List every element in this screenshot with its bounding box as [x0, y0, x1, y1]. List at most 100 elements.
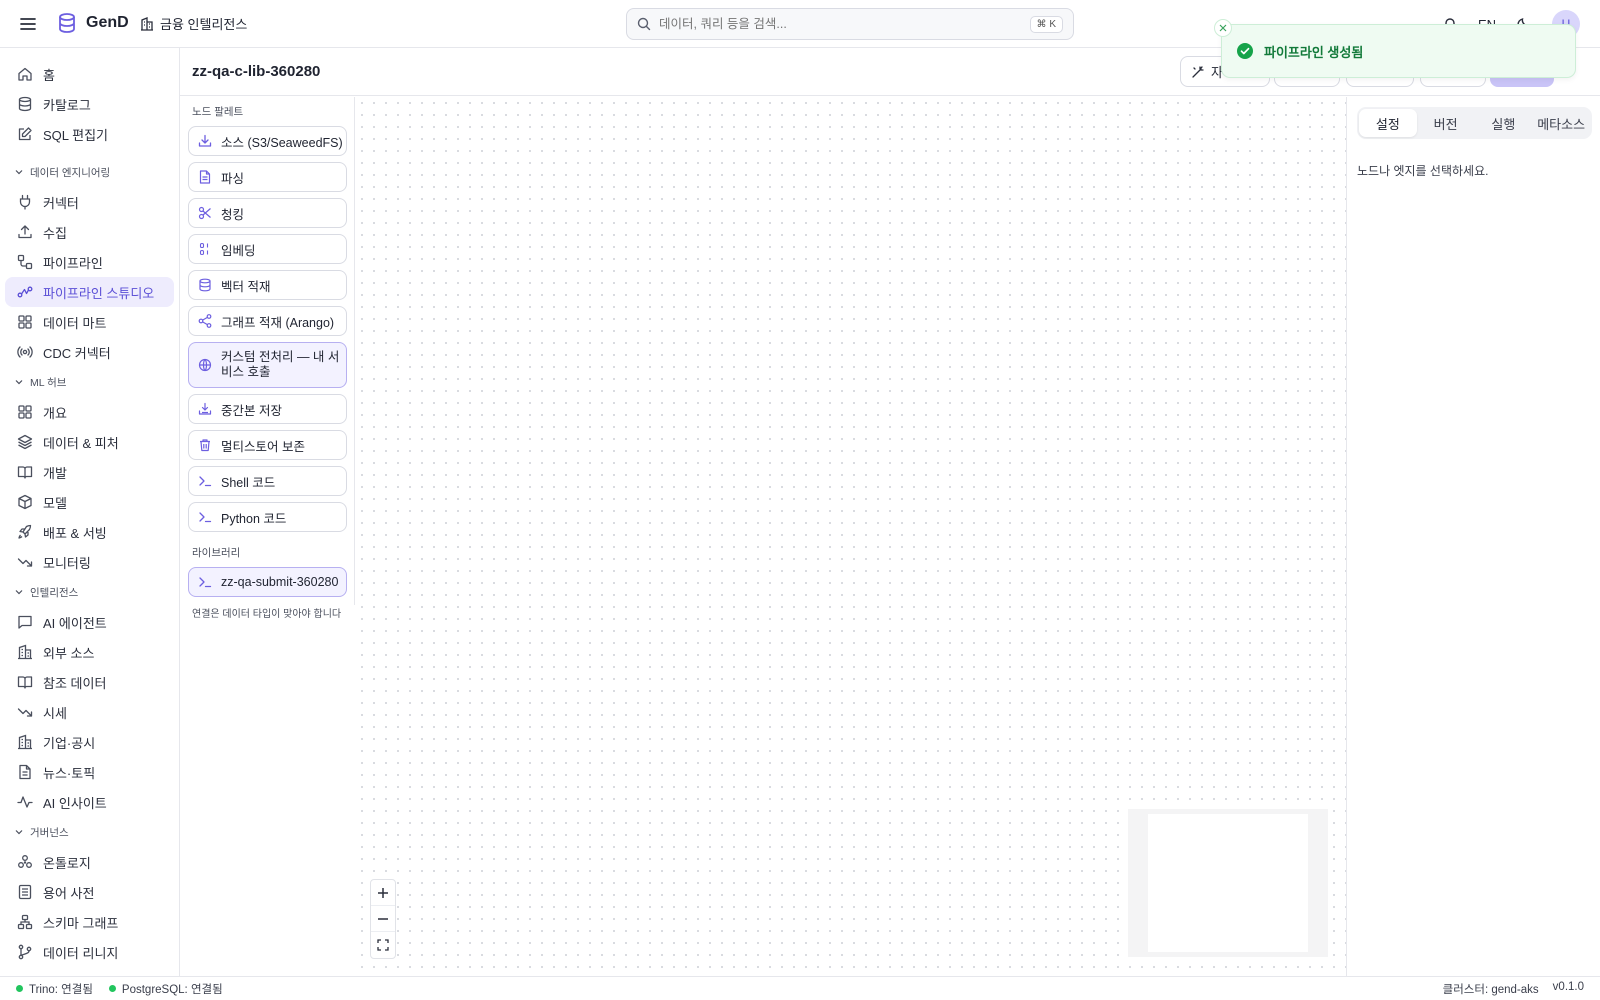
- palette-item-vector-load[interactable]: 벡터 적재: [188, 270, 347, 300]
- sidebar-item-pipeline-studio[interactable]: 파이프라인 스튜디오: [5, 277, 174, 307]
- sidebar-item-data-lineage[interactable]: 데이터 리니지: [5, 937, 174, 967]
- section-intelligence[interactable]: 인텔리전스: [0, 577, 179, 607]
- sidebar-item-pipeline[interactable]: 파이프라인: [5, 247, 174, 277]
- layers-icon: [17, 434, 33, 450]
- sidebar-item-sql-editor[interactable]: SQL 편집기: [5, 119, 174, 149]
- chevron-down-icon: [14, 587, 24, 597]
- trending-icon: [17, 704, 33, 720]
- status-trino: Trino: 연결됨: [16, 981, 93, 997]
- palette-item-label: 중간본 저장: [221, 403, 282, 418]
- minimap[interactable]: [1128, 809, 1328, 957]
- tab-runs[interactable]: 실행: [1475, 109, 1533, 137]
- sidebar-item-cdc-connector[interactable]: CDC 커넥터: [5, 337, 174, 367]
- pipeline-canvas[interactable]: [356, 97, 1346, 976]
- global-search[interactable]: ⌘ K: [626, 8, 1074, 40]
- grid-icon: [17, 314, 33, 330]
- sidebar-item-development[interactable]: 개발: [5, 457, 174, 487]
- palette-item-chunking[interactable]: 청킹: [188, 198, 347, 228]
- archive-icon: [198, 438, 212, 452]
- network-icon: [17, 854, 33, 870]
- tab-settings[interactable]: 설정: [1359, 109, 1417, 137]
- sidebar-item-ontology[interactable]: 온톨로지: [5, 847, 174, 877]
- page-title: zz-qa-c-lib-360280: [192, 63, 321, 80]
- sidebar-item-glossary[interactable]: 용어 사전: [5, 877, 174, 907]
- sidebar-item-label: 배포 & 서빙: [43, 525, 107, 541]
- palette-item-shell-code[interactable]: Shell 코드: [188, 466, 347, 496]
- palette-item-label: 파싱: [221, 171, 245, 186]
- sidebar-item-ingest[interactable]: 수집: [5, 217, 174, 247]
- sidebar-item-data-features[interactable]: 데이터 & 피처: [5, 427, 174, 457]
- palette-item-source[interactable]: 소스 (S3/SeaweedFS): [188, 126, 347, 156]
- sidebar-item-reference-data[interactable]: 참조 데이터: [5, 667, 174, 697]
- chevron-down-icon: [14, 377, 24, 387]
- tab-meta-source[interactable]: 메타소스: [1532, 109, 1590, 137]
- palette-item-embedding[interactable]: 임베딩: [188, 234, 347, 264]
- library-heading: 라이브러리: [192, 547, 241, 559]
- library-item-label: zz-qa-submit-360280: [221, 575, 339, 589]
- palette-item-label: 커스텀 전처리 — 내 서비스 호출: [221, 350, 340, 379]
- palette-item-custom-preprocess[interactable]: 커스텀 전처리 — 내 서비스 호출: [188, 342, 347, 388]
- palette-item-graph-load[interactable]: 그래프 적재 (Arango): [188, 306, 347, 336]
- palette-item-label: Python 코드: [221, 511, 287, 526]
- sidebar-item-label: 외부 소스: [43, 645, 95, 661]
- node-palette: 노드 팔레트 소스 (S3/SeaweedFS) 파싱 청킹 임베딩 벡터 적재…: [180, 97, 355, 620]
- palette-item-parsing[interactable]: 파싱: [188, 162, 347, 192]
- sidebar-item-label: 파이프라인 스튜디오: [43, 285, 155, 301]
- palette-item-label: 벡터 적재: [221, 279, 271, 294]
- sidebar-item-external-source[interactable]: 외부 소스: [5, 637, 174, 667]
- sidebar-item-label: AI 인사이트: [43, 795, 107, 811]
- sidebar-item-deploy-serving[interactable]: 배포 & 서빙: [5, 517, 174, 547]
- sidebar-item-quotes[interactable]: 시세: [5, 697, 174, 727]
- success-toast: 파이프라인 생성됨: [1214, 19, 1576, 78]
- palette-item-intermediate-save[interactable]: 중간본 저장: [188, 394, 347, 424]
- sidebar-item-model[interactable]: 모델: [5, 487, 174, 517]
- palette-item-multistore-retain[interactable]: 멀티스토어 보존: [188, 430, 347, 460]
- trending-icon: [17, 554, 33, 570]
- menu-icon[interactable]: [18, 14, 38, 34]
- building-icon: [17, 734, 33, 750]
- workspace-selector[interactable]: 금융 인텔리전스: [140, 14, 247, 33]
- sidebar-item-catalog[interactable]: 카탈로그: [5, 89, 174, 119]
- sidebar-item-label: AI 에이전트: [43, 615, 107, 631]
- sidebar-item-monitoring[interactable]: 모니터링: [5, 547, 174, 577]
- palette-item-label: 멀티스토어 보존: [221, 439, 305, 454]
- sidebar-item-home[interactable]: 홈: [5, 59, 174, 89]
- toast-close-icon[interactable]: [1214, 19, 1232, 37]
- section-governance[interactable]: 거버넌스: [0, 817, 179, 847]
- search-input[interactable]: [659, 17, 1030, 31]
- tab-versions[interactable]: 버전: [1417, 109, 1475, 137]
- sidebar-item-news-topics[interactable]: 뉴스·토픽: [5, 757, 174, 787]
- sidebar-item-label: 데이터 마트: [43, 315, 107, 331]
- terminal-icon: [198, 575, 212, 589]
- sidebar-item-company-filings[interactable]: 기업·공시: [5, 727, 174, 757]
- sidebar-item-ai-agent[interactable]: AI 에이전트: [5, 607, 174, 637]
- app-logo[interactable]: GenD: [56, 12, 129, 34]
- share-icon: [198, 314, 212, 328]
- sidebar-item-label: 기업·공시: [43, 735, 96, 751]
- sidebar-item-connector[interactable]: 커넥터: [5, 187, 174, 217]
- section-data-engineering[interactable]: 데이터 엔지니어링: [0, 157, 179, 187]
- palette-item-label: Shell 코드: [221, 475, 276, 490]
- sidebar-item-label: 참조 데이터: [43, 675, 107, 691]
- section-ml-hub[interactable]: ML 허브: [0, 367, 179, 397]
- status-right: 클러스터: gend-aks v0.1.0: [1443, 981, 1584, 997]
- sidebar-item-data-mart[interactable]: 데이터 마트: [5, 307, 174, 337]
- zoom-in-icon[interactable]: [371, 880, 395, 906]
- radio-icon: [17, 344, 33, 360]
- magic-wand-icon: [1191, 65, 1205, 79]
- fit-view-icon[interactable]: [371, 932, 395, 958]
- sidebar-item-overview[interactable]: 개요: [5, 397, 174, 427]
- palette-heading: 노드 팔레트: [192, 106, 244, 118]
- section-title: 데이터 엔지니어링: [30, 166, 111, 179]
- sidebar-item-ai-insight[interactable]: AI 인사이트: [5, 787, 174, 817]
- download-icon: [198, 134, 212, 148]
- sidebar-item-schema-graph[interactable]: 스키마 그래프: [5, 907, 174, 937]
- minimap-viewport[interactable]: [1148, 814, 1308, 952]
- library-item[interactable]: zz-qa-submit-360280: [188, 567, 347, 597]
- database-icon: [198, 278, 212, 292]
- database-logo-icon: [56, 12, 78, 34]
- palette-item-label: 임베딩: [221, 243, 256, 258]
- zoom-out-icon[interactable]: [371, 906, 395, 932]
- palette-item-python-code[interactable]: Python 코드: [188, 502, 347, 532]
- check-circle-icon: [1236, 42, 1254, 60]
